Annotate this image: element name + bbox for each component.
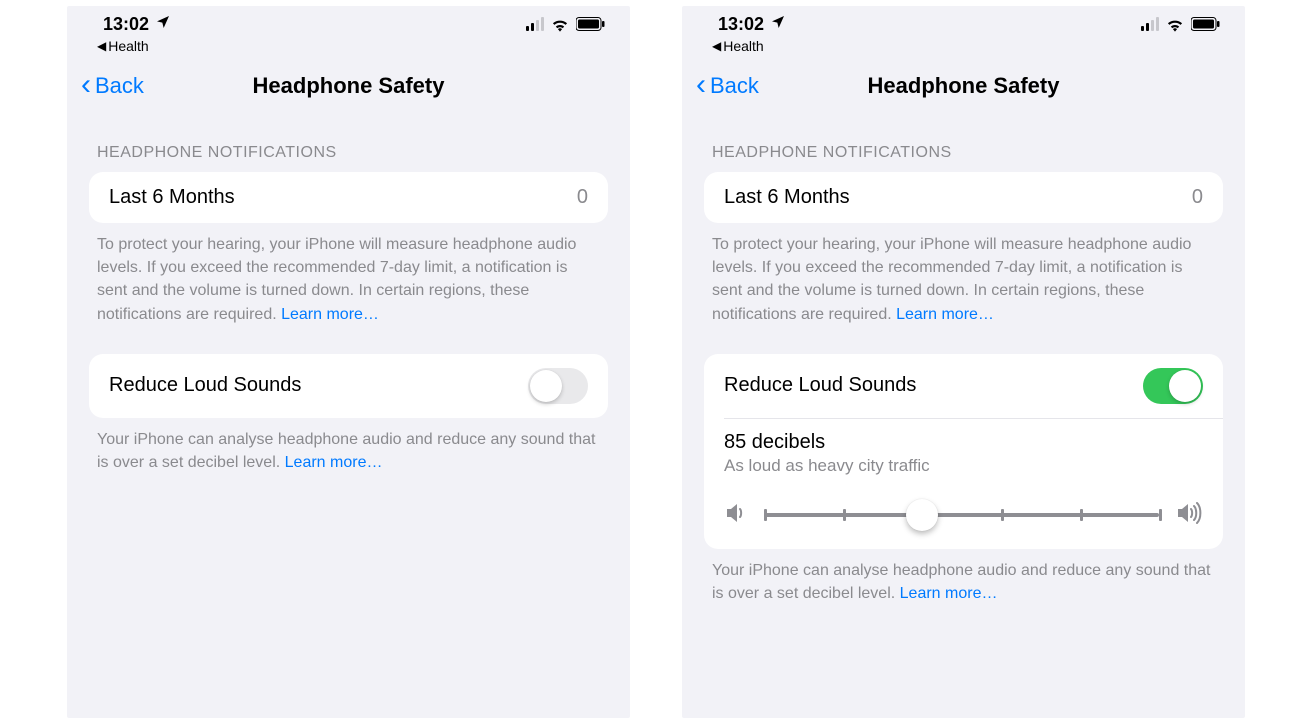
section-footer-reduce-loud: Your iPhone can analyse headphone audio … — [89, 418, 608, 474]
wifi-icon — [550, 17, 570, 32]
section-footer-notifications: To protect your hearing, your iPhone wil… — [89, 223, 608, 326]
status-bar: 13:02 — [67, 6, 630, 38]
page-title: Headphone Safety — [682, 73, 1245, 99]
row-label: Reduce Loud Sounds — [109, 374, 301, 397]
decibel-value: 85 decibels — [724, 431, 1203, 454]
row-value: 0 — [577, 186, 588, 209]
decibel-slider-row — [724, 502, 1203, 529]
status-time: 13:02 — [718, 14, 764, 35]
breadcrumb-back-icon: ◀ — [97, 39, 106, 53]
row-value: 0 — [1192, 186, 1203, 209]
content: HEADPHONE NOTIFICATIONS Last 6 Months 0 … — [67, 114, 630, 474]
breadcrumb-label: Health — [108, 38, 148, 54]
location-icon — [155, 14, 171, 35]
status-right — [1141, 17, 1221, 32]
battery-icon — [576, 17, 606, 31]
cell-group-reduce-loud: Reduce Loud Sounds 85 decibels As loud a… — [704, 354, 1223, 549]
wifi-icon — [1165, 17, 1185, 32]
back-label: Back — [95, 73, 144, 99]
cell-signal-icon — [1141, 17, 1159, 31]
status-right — [526, 17, 606, 32]
cell-group-notifications: Last 6 Months 0 — [89, 172, 608, 223]
content: HEADPHONE NOTIFICATIONS Last 6 Months 0 … — [682, 114, 1245, 605]
section-footer-notifications: To protect your hearing, your iPhone wil… — [704, 223, 1223, 326]
status-left: 13:02 — [718, 14, 786, 35]
cell-group-reduce-loud: Reduce Loud Sounds — [89, 354, 608, 418]
navbar: ‹ Back Headphone Safety — [682, 58, 1245, 114]
breadcrumb[interactable]: ◀ Health — [682, 38, 1245, 58]
learn-more-link[interactable]: Learn more… — [900, 585, 998, 602]
row-label: Last 6 Months — [109, 186, 235, 209]
cell-signal-icon — [526, 17, 544, 31]
reduce-loud-sounds-toggle[interactable] — [528, 368, 588, 404]
breadcrumb-label: Health — [723, 38, 763, 54]
row-label: Reduce Loud Sounds — [724, 374, 916, 397]
learn-more-link[interactable]: Learn more… — [281, 306, 379, 323]
back-button[interactable]: ‹ Back — [696, 73, 759, 100]
decibel-description: As loud as heavy city traffic — [724, 456, 1203, 476]
chevron-left-icon: ‹ — [696, 70, 706, 100]
row-last-6-months[interactable]: Last 6 Months 0 — [704, 172, 1223, 223]
learn-more-link[interactable]: Learn more… — [896, 306, 994, 323]
row-reduce-loud-sounds: Reduce Loud Sounds — [704, 354, 1223, 418]
phone-right: 13:02 ◀ Health ‹ Back — [682, 6, 1245, 718]
battery-icon — [1191, 17, 1221, 31]
cell-group-notifications: Last 6 Months 0 — [704, 172, 1223, 223]
section-header-notifications: HEADPHONE NOTIFICATIONS — [704, 144, 1223, 172]
status-time: 13:02 — [103, 14, 149, 35]
breadcrumb-back-icon: ◀ — [712, 39, 721, 53]
navbar: ‹ Back Headphone Safety — [67, 58, 630, 114]
decibel-slider-block: 85 decibels As loud as heavy city traffi… — [704, 419, 1223, 549]
page-title: Headphone Safety — [67, 73, 630, 99]
row-last-6-months[interactable]: Last 6 Months 0 — [89, 172, 608, 223]
breadcrumb[interactable]: ◀ Health — [67, 38, 630, 58]
section-footer-reduce-loud: Your iPhone can analyse headphone audio … — [704, 549, 1223, 605]
status-left: 13:02 — [103, 14, 171, 35]
status-bar: 13:02 — [682, 6, 1245, 38]
row-reduce-loud-sounds: Reduce Loud Sounds — [89, 354, 608, 418]
phone-left: 13:02 ◀ Health ‹ Back — [67, 6, 630, 718]
back-button[interactable]: ‹ Back — [81, 73, 144, 100]
back-label: Back — [710, 73, 759, 99]
decibel-slider[interactable] — [764, 513, 1159, 517]
learn-more-link[interactable]: Learn more… — [285, 454, 383, 471]
speaker-high-icon — [1175, 502, 1203, 529]
section-header-notifications: HEADPHONE NOTIFICATIONS — [89, 144, 608, 172]
location-icon — [770, 14, 786, 35]
row-label: Last 6 Months — [724, 186, 850, 209]
speaker-low-icon — [724, 502, 748, 529]
chevron-left-icon: ‹ — [81, 70, 91, 100]
reduce-loud-sounds-toggle[interactable] — [1143, 368, 1203, 404]
